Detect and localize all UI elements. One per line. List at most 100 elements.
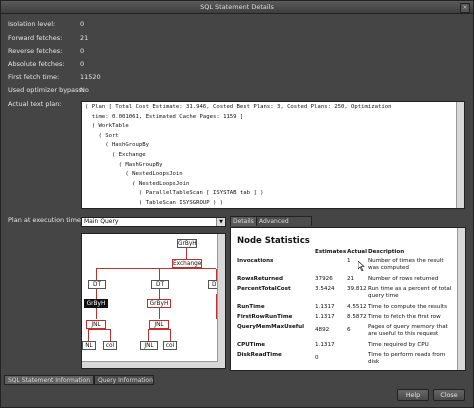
plan-edge xyxy=(148,329,149,341)
plan-node[interactable]: DT xyxy=(151,280,169,289)
sql-statement-details-window: SQL Statement Details × Isolation level:… xyxy=(0,0,474,408)
col-header-estimates: Estimates xyxy=(315,249,347,255)
stat-estimate: 0 xyxy=(315,355,319,361)
close-button[interactable]: Close xyxy=(433,389,465,401)
title-bar[interactable]: SQL Statement Details × xyxy=(1,1,473,14)
tab-query-information[interactable]: Query Information xyxy=(94,375,154,385)
stat-name: RowsReturned xyxy=(237,276,283,282)
text-plan-label: Actual text plan: xyxy=(8,100,62,108)
col-header-actual: Actual xyxy=(347,249,367,255)
field-value: 0 xyxy=(80,47,85,55)
window-title: SQL Statement Details xyxy=(200,3,274,11)
plan-node[interactable]: GrByH xyxy=(84,299,108,308)
plan-edge xyxy=(159,308,160,319)
plan-edge xyxy=(96,308,97,319)
plan-node[interactable]: GrByH xyxy=(147,299,171,308)
plan-exec-label: Plan at execution time: xyxy=(8,216,84,224)
node-statistics-panel: Node Statistics Estimates Actual Descrip… xyxy=(230,227,466,371)
field-value: 0 xyxy=(80,60,85,68)
query-select-value: Main Query xyxy=(84,218,119,225)
stat-actual: 21 xyxy=(347,276,355,282)
stat-name: CPUTime xyxy=(237,342,266,348)
help-button[interactable]: Help xyxy=(397,389,429,401)
plan-edge xyxy=(110,329,111,341)
text-plan-line: ( WorkTable xyxy=(85,123,129,130)
tab-advanced-details[interactable]: Advanced Details xyxy=(256,216,312,235)
plan-view-horizontal-scrollbar[interactable] xyxy=(82,361,218,368)
text-plan-line: ( TableScan ISYSGROUP ) ) xyxy=(85,199,224,206)
field-value: 0 xyxy=(80,20,85,28)
plan-edge xyxy=(159,269,160,280)
statistics-vertical-scrollbar[interactable] xyxy=(457,228,465,370)
text-plan-line: ( Sort xyxy=(85,132,119,139)
node-statistics-title: Node Statistics xyxy=(237,236,310,246)
graphical-plan-view[interactable]: GrByH Exchange DT DT DT GrByH GrByH JNL … xyxy=(81,233,226,369)
field-label: Reverse fetches: xyxy=(8,47,63,55)
plan-node[interactable]: NL xyxy=(82,341,96,350)
close-icon[interactable]: × xyxy=(460,3,470,13)
plan-node[interactable]: col xyxy=(163,341,177,350)
stat-actual: 6 xyxy=(347,327,351,333)
text-plan-scrollbar[interactable] xyxy=(456,102,464,208)
stat-actual: 8.5872 xyxy=(347,314,367,320)
stat-estimate: 3.5424 xyxy=(315,286,335,292)
text-plan-line: ( Exchange xyxy=(85,151,146,158)
plan-edge xyxy=(96,289,97,299)
stat-name: PercentTotalCost xyxy=(237,286,291,292)
plan-edge xyxy=(96,268,216,269)
stat-estimate: 37926 xyxy=(315,276,333,282)
text-plan-line: ( NestedLoopsJoin xyxy=(85,180,190,187)
field-label: Absolute fetches: xyxy=(8,60,65,68)
col-header-description: Description xyxy=(368,249,405,255)
plan-node[interactable]: JNL xyxy=(140,341,158,350)
stat-actual: 4.5512 xyxy=(347,304,367,310)
stat-name: RunTime xyxy=(237,304,265,310)
stat-description: Time required by CPU xyxy=(368,342,429,348)
text-plan-line: ( ParallelTableScan [ ISYSTAB tab ] ) xyxy=(85,190,264,197)
stat-estimate: 1.1317 xyxy=(315,314,335,320)
stat-description: Number of times the result was computed xyxy=(368,258,444,271)
tab-sql-statement-information[interactable]: SQL Statement Information xyxy=(4,375,94,385)
plan-edge xyxy=(96,269,97,280)
stat-estimate: 1.1317 xyxy=(315,342,335,348)
field-label: Isolation level: xyxy=(8,20,56,28)
field-value: No xyxy=(80,86,89,94)
field-value: 11520 xyxy=(80,73,101,81)
plan-edge xyxy=(88,329,110,330)
stat-description: Run time as a percent of total query tim… xyxy=(368,286,452,299)
stat-description: Number of rows returned xyxy=(368,276,439,282)
plan-node[interactable]: GrByH xyxy=(177,239,197,248)
plan-edge xyxy=(148,329,170,330)
stat-description: Time to compute the results xyxy=(368,304,448,310)
plan-edge xyxy=(186,247,187,259)
stat-name: Invocations xyxy=(237,258,274,264)
plan-node[interactable]: Exchange xyxy=(172,259,202,268)
plan-node[interactable]: col xyxy=(103,341,117,350)
query-select[interactable]: Main Query ▼ xyxy=(81,217,226,227)
plan-node[interactable]: DT xyxy=(88,280,106,289)
text-plan-line: ( NestedLoopsJoin xyxy=(85,171,183,178)
stat-estimate: 1.1317 xyxy=(315,304,335,310)
mouse-pointer-icon xyxy=(358,261,365,271)
plan-view-vertical-scrollbar[interactable] xyxy=(217,234,225,368)
text-plan-area[interactable]: ( Plan [ Total Cost Estimate: 31.946, Co… xyxy=(81,101,465,209)
plan-edge xyxy=(170,329,171,341)
text-plan-line: ( MashGroupBy xyxy=(85,161,163,168)
field-label: Used optimizer bypass: xyxy=(8,86,85,94)
stat-actual: 1 xyxy=(347,258,351,264)
tab-details[interactable]: Details xyxy=(230,216,257,226)
stat-description: Pages of query memory that are useful to… xyxy=(368,324,448,337)
field-value: 21 xyxy=(80,34,89,42)
stat-name: QueryMemMaxUseful xyxy=(237,324,305,330)
text-plan-line: time: 0.001061, Estimated Cache Pages: 1… xyxy=(85,113,244,120)
plan-edge xyxy=(88,329,89,341)
chevron-down-icon[interactable]: ▼ xyxy=(216,218,225,226)
plan-node[interactable]: JNL xyxy=(86,320,106,329)
text-plan-line: ( HashGroupBy xyxy=(85,142,149,149)
field-label: First fetch time: xyxy=(8,73,60,81)
plan-node[interactable]: JNL xyxy=(149,320,169,329)
stat-name: FirstRowRunTime xyxy=(237,314,293,320)
plan-edge xyxy=(159,289,160,299)
stat-description: Time to perform reads from disk xyxy=(368,352,446,365)
stat-estimate: 4892 xyxy=(315,327,330,333)
